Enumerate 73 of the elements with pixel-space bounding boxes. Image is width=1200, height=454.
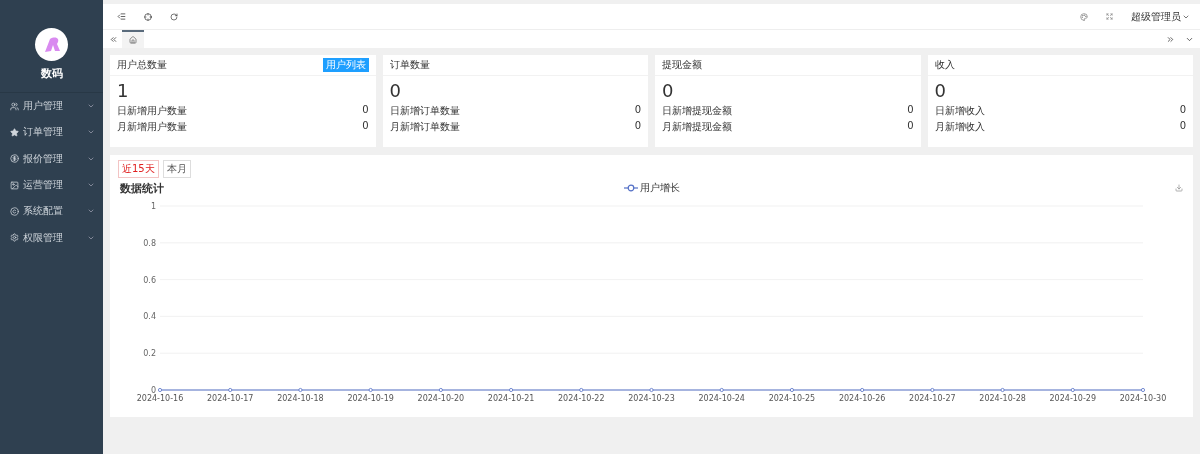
stat-value: 0 [388, 79, 402, 103]
scroll-left-icon[interactable] [109, 34, 118, 44]
range-button[interactable]: 近15天 [118, 160, 159, 178]
axis-label: 2024-10-20 [417, 394, 465, 403]
stat-label: 月新增订单数量 [389, 120, 460, 134]
refresh-icon[interactable] [170, 12, 178, 21]
stat-label: 月新增提现金额 [662, 120, 732, 134]
copyright-icon [10, 206, 19, 216]
stat-value: 0 [661, 79, 675, 103]
target-icon[interactable] [144, 12, 152, 21]
stat-label: 日新增订单数量 [389, 104, 460, 118]
stat-label: 月新增收入 [934, 120, 985, 134]
axis-label: 2024-10-30 [1119, 394, 1167, 403]
stat-count: 0 [907, 120, 914, 133]
stat-count: 0 [1179, 104, 1186, 117]
scroll-right-icon[interactable] [1166, 34, 1175, 44]
sidebar-item[interactable]: 运营管理 [0, 171, 103, 199]
axis-label: 2024-10-29 [1049, 394, 1097, 403]
axis-label: 0.6 [143, 275, 156, 285]
sidebar-item[interactable]: 用户管理 [0, 93, 103, 120]
stat-count: 0 [362, 104, 369, 117]
users-icon [10, 101, 19, 111]
axis-label: 0.8 [143, 238, 156, 248]
stat-count: 0 [362, 120, 369, 133]
axis-label: 2024-10-28 [979, 394, 1026, 403]
home-tab[interactable] [122, 30, 144, 48]
axis-label: 2024-10-16 [136, 394, 184, 403]
axis-label: 2024-10-23 [628, 394, 675, 403]
axis-label: 1 [150, 202, 156, 211]
fullscreen-icon[interactable] [1106, 13, 1113, 20]
legend-label[interactable]: 用户增长 [639, 181, 680, 195]
star-icon [10, 127, 19, 137]
chart-title: 数据统计 [120, 180, 164, 196]
dollar-icon [10, 154, 19, 164]
card-title: 收入 [934, 58, 955, 72]
sidebar-item[interactable]: 订单管理 [0, 119, 103, 146]
stat-value: 1 [116, 79, 130, 103]
card-title: 用户总数量 [117, 58, 167, 72]
axis-label: 2024-10-21 [487, 394, 535, 403]
logo-text: 数码 [40, 66, 63, 81]
card-title: 提现金额 [662, 58, 702, 72]
sidebar-item[interactable]: 权限管理 [0, 224, 103, 251]
download-icon[interactable] [1175, 184, 1183, 192]
axis-label: 0.4 [143, 312, 156, 322]
stat-label: 日新增收入 [934, 104, 985, 118]
stat-value: 0 [933, 79, 947, 103]
user-menu[interactable]: 超级管理员 [1131, 9, 1190, 24]
palette-icon[interactable] [1080, 12, 1088, 21]
stat-count: 0 [634, 120, 641, 133]
home-icon [129, 36, 137, 44]
card-title: 订单数量 [389, 58, 430, 72]
stat-count: 0 [907, 104, 914, 117]
stat-label: 月新增用户数量 [117, 120, 187, 134]
axis-label: 2024-10-26 [838, 394, 886, 403]
gear-icon [10, 233, 19, 243]
axis-label: 2024-10-25 [768, 394, 816, 403]
axis-label: 2024-10-27 [909, 394, 956, 403]
menu-icon[interactable] [117, 12, 126, 21]
axis-label: 2024-10-19 [347, 394, 394, 403]
axis-label: 0 [150, 386, 156, 395]
stat-label: 日新增用户数量 [117, 104, 187, 118]
axis-label: 2024-10-24 [698, 394, 745, 403]
image-icon [10, 180, 19, 190]
axis-label: 0.2 [143, 349, 156, 359]
axis-label: 2024-10-18 [277, 394, 324, 403]
axis-label: 2024-10-22 [558, 394, 605, 403]
stat-label: 日新增提现金额 [662, 104, 732, 118]
range-button[interactable]: 本月 [162, 160, 191, 178]
axis-label: 2024-10-17 [206, 394, 254, 403]
sidebar-item[interactable]: 报价管理 [0, 145, 103, 172]
sidebar-item[interactable]: 系统配置 [0, 198, 103, 225]
stat-count: 0 [634, 104, 641, 117]
stat-count: 0 [1179, 120, 1186, 133]
